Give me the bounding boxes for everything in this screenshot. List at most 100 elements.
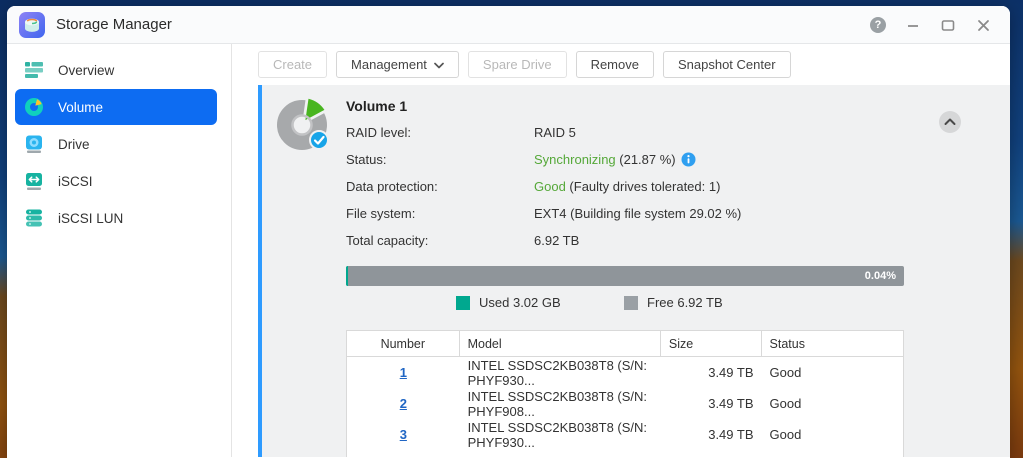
minimize-icon — [906, 18, 920, 32]
chevron-up-icon — [938, 110, 962, 134]
detail-value: RAID 5 — [534, 125, 576, 140]
overview-icon — [23, 59, 45, 81]
sidebar-item-label: Overview — [58, 63, 114, 78]
detail-value-text: RAID 5 — [534, 125, 576, 140]
button-label: Create — [273, 57, 312, 72]
detail-value-status-text: Synchronizing — [534, 152, 616, 167]
detail-row-file-system: File system:EXT4 (Building file system 2… — [346, 200, 741, 227]
maximize-button[interactable] — [939, 16, 957, 34]
drive-icon — [23, 133, 45, 155]
drives-table-body: 1 INTEL SSDSC2KB038T8 (S/N: PHYF930...3.4… — [347, 357, 903, 450]
sidebar-item-volume[interactable]: Volume — [15, 89, 217, 125]
create-button: Create — [258, 51, 327, 78]
detail-label: Data protection: — [346, 179, 534, 194]
management-button[interactable]: Management — [336, 51, 459, 78]
detail-value-text: EXT4 (Building file system 29.02 %) — [534, 206, 741, 221]
toolbar: Create Management Spare Drive Remove Snapsho… — [232, 44, 1010, 85]
detail-value: Synchronizing (21.87 %) — [534, 152, 696, 167]
used-label: Used 3.02 GB — [479, 295, 561, 310]
close-icon — [977, 19, 990, 32]
detail-row-data-protection: Data protection:Good (Faulty drives tole… — [346, 173, 741, 200]
drive-row: 1 INTEL SSDSC2KB038T8 (S/N: PHYF930...3.4… — [347, 357, 903, 388]
sidebar-item-label: Drive — [58, 137, 90, 152]
detail-value-text: 6.92 TB — [534, 233, 579, 248]
iscsi-lun-icon — [23, 207, 45, 229]
main-content: Create Management Spare Drive Remove Snapsho… — [232, 44, 1010, 457]
drive-number-link: 3 — [347, 419, 460, 450]
detail-value: Good (Faulty drives tolerated: 1) — [534, 179, 720, 194]
volume-disk-icon — [276, 97, 332, 153]
drive-model: INTEL SSDSC2KB038T8 (S/N: PHYF908... — [460, 388, 661, 419]
sidebar-item-iscsi[interactable]: iSCSI — [15, 163, 217, 199]
column-header-size[interactable]: Size — [661, 331, 762, 356]
spare-drive-button: Spare Drive — [468, 51, 567, 78]
detail-row-status: Status:Synchronizing (21.87 %) — [346, 146, 741, 173]
drive-size: 3.49 TB — [661, 357, 762, 388]
button-label: Snapshot Center — [678, 57, 776, 72]
drive-size: 3.49 TB — [661, 419, 762, 450]
drive-model: INTEL SSDSC2KB038T8 (S/N: PHYF930... — [460, 357, 661, 388]
detail-row-raid-level: RAID level:RAID 5 — [346, 119, 741, 146]
button-label: Management — [351, 57, 427, 72]
detail-value: EXT4 (Building file system 29.02 %) — [534, 206, 741, 221]
volume-panel: Volume 1 RAID level:RAID 5Status:Synchro… — [258, 85, 1010, 457]
remove-button[interactable]: Remove — [576, 51, 654, 78]
drive-size: 3.49 TB — [661, 388, 762, 419]
column-header-model[interactable]: Model — [460, 331, 661, 356]
sidebar-item-label: iSCSI — [58, 174, 93, 189]
volume-title: Volume 1 — [346, 98, 407, 114]
storage-manager-window: Storage Manager ? Overview Volume Drive iSC… — [7, 6, 1010, 458]
desktop-background: Storage Manager ? Overview Volume Drive iSC… — [0, 0, 1023, 458]
drive-row: 3 INTEL SSDSC2KB038T8 (S/N: PHYF930...3.4… — [347, 419, 903, 450]
drive-number-link[interactable]: 1 — [400, 365, 407, 380]
free-swatch — [624, 296, 638, 310]
window-controls: ? — [869, 6, 992, 44]
drive-status: Good — [762, 388, 903, 419]
drive-model: INTEL SSDSC2KB038T8 (S/N: PHYF930... — [460, 419, 661, 450]
drive-number-link[interactable]: 2 — [400, 396, 407, 411]
info-icon[interactable] — [681, 152, 696, 167]
detail-value-text: (21.87 %) — [616, 152, 676, 167]
legend-free: Free 6.92 TB — [624, 295, 723, 310]
detail-value: 6.92 TB — [534, 233, 579, 248]
drive-row: 2 INTEL SSDSC2KB038T8 (S/N: PHYF908...3.4… — [347, 388, 903, 419]
storage-manager-app-icon — [19, 12, 45, 38]
snapshot-center-button[interactable]: Snapshot Center — [663, 51, 791, 78]
volume-icon — [23, 96, 45, 118]
volume-details: RAID level:RAID 5Status:Synchronizing (2… — [346, 119, 741, 254]
capacity-percent-label: 0.04% — [865, 266, 896, 286]
sidebar-item-label: iSCSI LUN — [58, 211, 123, 226]
free-label: Free 6.92 TB — [647, 295, 723, 310]
column-header-number[interactable]: Number — [347, 331, 460, 356]
drive-number-link[interactable]: 3 — [400, 427, 407, 442]
button-label: Spare Drive — [483, 57, 552, 72]
drive-status: Good — [762, 357, 903, 388]
sidebar-item-label: Volume — [58, 100, 103, 115]
detail-label: Total capacity: — [346, 233, 534, 248]
window-title: Storage Manager — [56, 16, 172, 33]
detail-value-text: (Faulty drives tolerated: 1) — [566, 179, 721, 194]
drive-number-link: 2 — [347, 388, 460, 419]
sidebar-item-overview[interactable]: Overview — [15, 52, 217, 88]
sidebar-item-drive[interactable]: Drive — [15, 126, 217, 162]
capacity-used-fill — [346, 266, 348, 286]
detail-row-total-capacity: Total capacity:6.92 TB — [346, 227, 741, 254]
help-button[interactable]: ? — [869, 16, 887, 34]
chevron-down-icon — [434, 57, 444, 72]
sidebar: Overview Volume Drive iSCSI iSCSI LUN — [7, 44, 232, 457]
minimize-button[interactable] — [904, 16, 922, 34]
used-swatch — [456, 296, 470, 310]
drive-number-link: 1 — [347, 357, 460, 388]
sidebar-item-iscsi-lun[interactable]: iSCSI LUN — [15, 200, 217, 236]
collapse-panel-button[interactable] — [938, 110, 962, 134]
legend-used: Used 3.02 GB — [456, 295, 561, 310]
column-header-status[interactable]: Status — [762, 331, 903, 356]
detail-value-status-text: Good — [534, 179, 566, 194]
detail-label: RAID level: — [346, 125, 534, 140]
maximize-icon — [941, 19, 955, 32]
capacity-legend: Used 3.02 GB Free 6.92 TB — [346, 295, 904, 311]
close-button[interactable] — [974, 16, 992, 34]
title-bar: Storage Manager ? — [7, 6, 1010, 44]
drives-table: NumberModelSizeStatus 1 INTEL SSDSC2KB038… — [346, 330, 904, 457]
button-label: Remove — [591, 57, 639, 72]
